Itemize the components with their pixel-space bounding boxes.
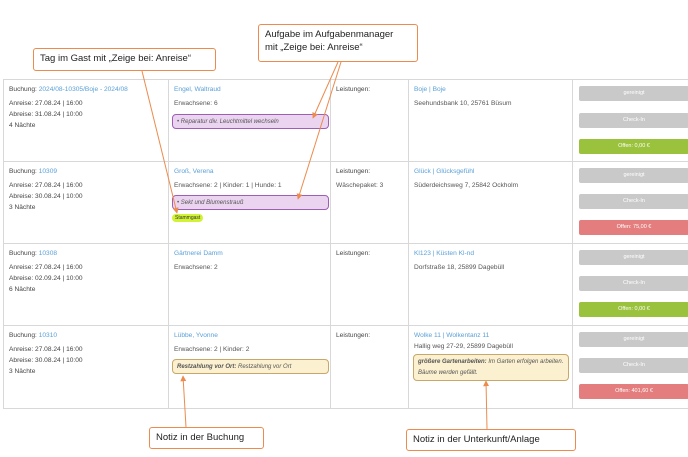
arrow-task-2 xyxy=(296,61,342,200)
arrow-guest-tag xyxy=(141,70,179,214)
arrow-unit-note xyxy=(483,380,490,430)
callout-arrows xyxy=(141,61,490,430)
arrow-task-1 xyxy=(312,61,339,119)
arrow-booking-note xyxy=(180,375,187,428)
